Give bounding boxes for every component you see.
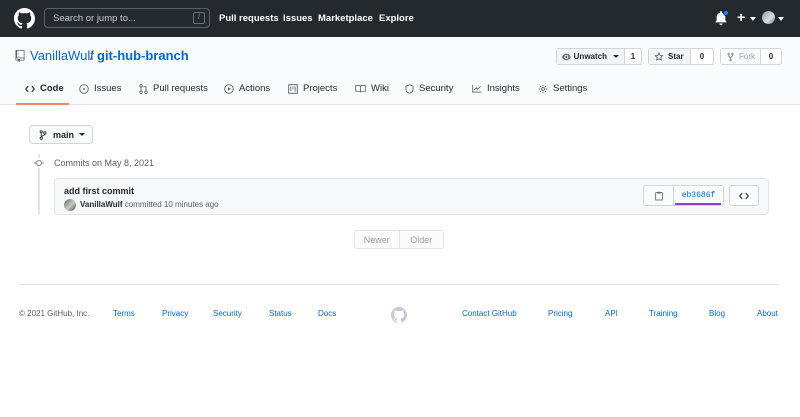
branch-name: main	[53, 129, 75, 140]
chevron-down-icon	[750, 17, 756, 21]
fork-button-group: Fork 0	[720, 48, 782, 65]
star-label: Star	[668, 52, 684, 61]
tab-wiki[interactable]: Wiki	[355, 83, 389, 94]
fork-count[interactable]: 0	[761, 49, 781, 64]
older-button[interactable]: Older	[400, 231, 444, 248]
shield-icon	[405, 83, 414, 94]
commit-meta: VanillaWulf committed 10 minutes ago	[80, 200, 219, 209]
commit-action: committed	[124, 200, 162, 209]
commit-author-link[interactable]: VanillaWulf	[80, 200, 123, 209]
nav-explore[interactable]: Explore	[379, 13, 414, 24]
footer-copyright: © 2021 GitHub, Inc.	[19, 309, 90, 318]
star-count[interactable]: 0	[691, 49, 713, 64]
tab-settings[interactable]: Settings	[538, 83, 587, 94]
tab-code[interactable]: Code	[25, 83, 64, 94]
commit-list-item: add first commit VanillaWulf committed 1…	[54, 178, 769, 215]
search-shortcut-key: /	[193, 12, 205, 24]
fork-button[interactable]: Fork	[721, 49, 761, 64]
footer-link-terms[interactable]: Terms	[113, 309, 135, 318]
eye-icon	[562, 53, 571, 60]
active-tab-indicator	[16, 103, 69, 105]
tab-pull-requests[interactable]: Pull requests	[139, 83, 208, 94]
tab-projects-label: Projects	[303, 83, 338, 94]
repo-name-link[interactable]: git-hub-branch	[97, 48, 189, 63]
nav-pull-requests[interactable]: Pull requests	[219, 13, 279, 24]
unwatch-label: Unwatch	[573, 52, 607, 61]
footer-link-pricing[interactable]: Pricing	[548, 309, 572, 318]
tab-pull-requests-label: Pull requests	[153, 83, 208, 94]
create-new-button[interactable]: +	[737, 9, 745, 25]
search-placeholder: Search or jump to...	[53, 13, 136, 24]
branch-icon	[39, 129, 47, 140]
footer-link-security[interactable]: Security	[213, 309, 242, 318]
play-icon	[224, 83, 234, 94]
global-header: Search or jump to... / Pull requests Iss…	[0, 0, 800, 37]
tab-wiki-label: Wiki	[371, 83, 389, 94]
sha-highlight-underline	[675, 203, 721, 205]
issue-icon	[79, 83, 89, 94]
github-logo-icon[interactable]	[14, 8, 35, 29]
footer-link-blog[interactable]: Blog	[709, 309, 725, 318]
tab-settings-label: Settings	[553, 83, 588, 94]
branch-select-button[interactable]: main	[29, 125, 93, 144]
repo-icon	[15, 50, 25, 62]
nav-issues[interactable]: Issues	[283, 13, 313, 24]
copy-sha-button[interactable]	[644, 186, 674, 205]
avatar[interactable]	[64, 199, 76, 211]
commit-icon	[34, 158, 44, 168]
graph-icon	[472, 84, 482, 93]
tab-actions-label: Actions	[239, 83, 271, 94]
project-icon	[288, 83, 298, 94]
tab-insights[interactable]: Insights	[472, 83, 520, 94]
footer-link-docs[interactable]: Docs	[318, 309, 336, 318]
tab-issues-label: Issues	[94, 83, 122, 94]
notification-dot	[723, 10, 729, 16]
chevron-down-icon	[613, 55, 619, 58]
footer-divider	[19, 284, 779, 285]
fork-icon	[727, 52, 734, 61]
commit-time: 10 minutes ago	[163, 200, 219, 209]
footer-link-training[interactable]: Training	[649, 309, 678, 318]
fork-label: Fork	[739, 52, 755, 61]
watch-count[interactable]: 1	[625, 49, 641, 64]
commits-date-heading: Commits on May 8, 2021	[54, 158, 155, 168]
pull-request-icon	[139, 83, 148, 94]
search-input[interactable]: Search or jump to... /	[44, 8, 210, 28]
footer-link-privacy[interactable]: Privacy	[162, 309, 188, 318]
unwatch-button-group: Unwatch 1	[556, 48, 642, 65]
tab-security-label: Security	[419, 83, 454, 94]
unwatch-button[interactable]: Unwatch	[557, 49, 625, 64]
repo-path-separator: /	[90, 48, 94, 63]
pagination: Newer Older	[354, 230, 444, 249]
code-icon	[25, 85, 35, 92]
book-icon	[355, 84, 366, 93]
clipboard-icon	[654, 191, 663, 200]
star-button-group: Star 0	[648, 48, 714, 65]
tab-security[interactable]: Security	[405, 83, 453, 94]
chevron-down-icon	[778, 17, 784, 21]
gear-icon	[538, 84, 548, 93]
footer-link-contact[interactable]: Contact GitHub	[462, 309, 517, 318]
newer-button[interactable]: Newer	[355, 231, 400, 248]
github-logo-icon[interactable]	[391, 307, 407, 323]
user-avatar[interactable]	[762, 11, 775, 24]
tab-actions[interactable]: Actions	[224, 83, 270, 94]
code-icon	[739, 192, 749, 199]
star-button[interactable]: Star	[649, 49, 691, 64]
star-icon	[654, 51, 664, 61]
footer-link-status[interactable]: Status	[269, 309, 292, 318]
tab-code-label: Code	[40, 83, 64, 94]
tab-projects[interactable]: Projects	[288, 83, 337, 94]
footer-link-api[interactable]: API	[605, 309, 618, 318]
repo-header: VanillaWulf / git-hub-branch Unwatch 1 S…	[0, 37, 800, 105]
commit-message-link[interactable]: add first commit	[64, 186, 134, 196]
repo-owner-link[interactable]: VanillaWulf	[30, 48, 94, 63]
tab-insights-label: Insights	[487, 83, 520, 94]
browse-repo-at-commit-button[interactable]	[729, 185, 759, 206]
footer-link-about[interactable]: About	[757, 309, 778, 318]
tab-issues[interactable]: Issues	[79, 83, 121, 94]
chevron-down-icon	[79, 133, 86, 136]
nav-marketplace[interactable]: Marketplace	[318, 13, 373, 24]
repo-tabs: Code Issues Pull requests Actions Projec…	[0, 75, 800, 105]
